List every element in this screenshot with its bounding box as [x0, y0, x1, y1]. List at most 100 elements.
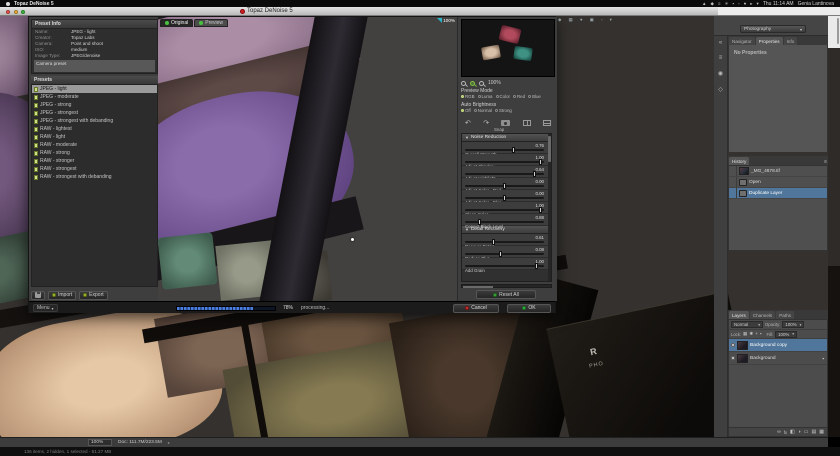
undo-icon[interactable]: ↶	[465, 119, 471, 128]
preset-item[interactable]: RAW - strong	[32, 149, 157, 157]
layer-mask-icon[interactable]: ◧	[790, 429, 795, 435]
auto-brightness-option[interactable]: Off	[461, 108, 471, 113]
collapsed-panel-icon[interactable]: ≡	[719, 55, 723, 61]
slider-track[interactable]	[465, 149, 544, 151]
slider-handle[interactable]	[539, 207, 542, 213]
zoom-tool-icon[interactable]: ●	[580, 17, 583, 23]
slider-handle[interactable]	[499, 251, 502, 257]
background-scrollbar[interactable]	[837, 18, 839, 44]
sliders-horizontal-scrollbar[interactable]	[461, 284, 552, 288]
preset-item[interactable]: JPEG - strongest	[32, 109, 157, 117]
save-preset-button[interactable]	[31, 291, 45, 300]
history-item[interactable]: Duplicate Layer	[729, 188, 827, 199]
slider-handle[interactable]	[535, 263, 538, 269]
preview-mode-option[interactable]: Blue	[528, 94, 541, 99]
slider-track[interactable]	[465, 265, 544, 267]
slider[interactable]: Adjust Shadow 1.00	[462, 154, 551, 166]
tab-history[interactable]: History	[729, 157, 749, 165]
split-view-horizontal-icon[interactable]	[543, 120, 551, 126]
preset-item[interactable]: RAW - light	[32, 133, 157, 141]
new-layer-icon[interactable]: ▤	[812, 429, 817, 435]
delete-layer-icon[interactable]: ▦	[819, 429, 824, 435]
apple-menu-icon[interactable]	[6, 2, 10, 6]
visibility-eye-icon[interactable]	[731, 343, 735, 347]
menubar-status-icon[interactable]: ▸	[750, 0, 752, 7]
zoom-in-icon[interactable]	[479, 81, 484, 86]
slider-handle[interactable]	[503, 183, 506, 189]
auto-brightness-option[interactable]: Normal	[474, 108, 492, 113]
zoom-fit-icon[interactable]	[470, 81, 475, 86]
cancel-button[interactable]: Cancel	[453, 304, 499, 313]
preset-item[interactable]: JPEG - light	[32, 85, 157, 93]
screen-mode-icon[interactable]: ▫	[601, 17, 603, 23]
panel-tab[interactable]: Navigator	[729, 37, 755, 45]
workspace-switcher-button[interactable]: Photography ▾	[740, 25, 806, 33]
fill-select[interactable]: 100% ▾	[775, 331, 797, 338]
slider-track[interactable]	[465, 185, 544, 187]
slider-track[interactable]	[465, 161, 544, 163]
reset-all-button[interactable]: Reset All	[476, 290, 536, 299]
history-brush-well[interactable]	[729, 177, 737, 187]
blend-mode-select[interactable]: Normal ▾	[731, 321, 763, 328]
adjustment-layer-icon[interactable]: ◑	[798, 429, 801, 435]
slider-handle[interactable]	[512, 147, 515, 153]
preset-item[interactable]: RAW - strongest	[32, 165, 157, 173]
slider[interactable]: Recover Detail 0.61	[462, 234, 551, 246]
redo-icon[interactable]: ↷	[483, 119, 489, 128]
slider[interactable]: Adjust Color - Blue 0.00	[462, 190, 551, 202]
menubar-app-name[interactable]: Topaz DeNoise 5	[14, 1, 54, 7]
arrange-documents-icon[interactable]: ▣	[590, 17, 594, 23]
slider-track[interactable]	[465, 209, 544, 211]
layer-row[interactable]: Background copy ▪	[729, 339, 827, 352]
image-preview-area[interactable]: Original Preview 100%	[158, 17, 457, 301]
slider-track[interactable]	[465, 173, 544, 175]
view-extras-icon[interactable]: ▦	[569, 17, 573, 23]
history-brush-well[interactable]	[729, 166, 737, 176]
slider-handle[interactable]	[492, 239, 495, 245]
menubar-status-icon[interactable]: ≡	[718, 0, 721, 7]
menubar-status-icon[interactable]: ●	[744, 0, 747, 7]
slider-track[interactable]	[465, 221, 544, 223]
menu-button[interactable]: Menu ▾	[33, 304, 58, 312]
preset-item[interactable]: RAW - strongest with debanding	[32, 173, 157, 181]
layer-style-fx-icon[interactable]: fx	[784, 430, 787, 435]
zoom-out-icon[interactable]	[461, 81, 466, 86]
preset-item[interactable]: RAW - lightest	[32, 125, 157, 133]
navigator-thumbnail[interactable]	[461, 19, 555, 77]
history-item[interactable]: Open	[729, 177, 827, 188]
preview-mode-option[interactable]: Luma	[478, 94, 493, 99]
layers-panel-tab[interactable]: Layers	[729, 311, 749, 319]
sliders-vertical-scrollbar[interactable]	[548, 134, 552, 281]
panel-menu-icon[interactable]: ≡	[824, 159, 827, 165]
history-item[interactable]: _MG_4678.tif	[729, 166, 827, 177]
slider[interactable]: Adjust Color - Red 0.00	[462, 178, 551, 190]
preview-tab[interactable]: Original	[160, 19, 193, 27]
menubar-status-icon[interactable]: ▫	[738, 0, 740, 7]
menubar-status-icon[interactable]: ▲	[702, 0, 706, 7]
collapse-panels-icon[interactable]: «	[719, 40, 722, 46]
close-window-icon[interactable]	[6, 10, 10, 14]
layer-thumbnail[interactable]	[737, 354, 748, 363]
slider[interactable]: Clean Color 1.00	[462, 202, 551, 214]
layer-row[interactable]: Background ▪	[729, 352, 827, 365]
preset-item[interactable]: JPEG - moderate	[32, 93, 157, 101]
preview-tab[interactable]: Preview	[194, 19, 228, 27]
slider[interactable]: Add Grain 1.00	[462, 258, 551, 270]
lock-all-icon[interactable]: ▪	[760, 331, 762, 337]
collapsed-panel-icon[interactable]: ◇	[718, 86, 723, 93]
layers-panel-tab[interactable]: Paths	[776, 311, 794, 319]
menubar-status-icon[interactable]: ✳	[725, 0, 729, 7]
panel-tab[interactable]: Info	[784, 37, 798, 45]
preset-item[interactable]: JPEG - strongest with debanding	[32, 117, 157, 125]
menubar-status-icon[interactable]: ▾	[757, 0, 759, 7]
menubar-status-icon[interactable]: ▪	[732, 0, 734, 7]
layer-group-icon[interactable]: ▭	[804, 429, 809, 435]
scrollbar-thumb[interactable]	[548, 136, 551, 162]
slider[interactable]: Adjust Highlight 0.64	[462, 166, 551, 178]
slider-track[interactable]	[465, 253, 544, 255]
import-preset-button[interactable]: Import	[48, 291, 76, 300]
preview-mode-option[interactable]: RGB	[461, 94, 475, 99]
slider[interactable]: Correct Black Level 0.88	[462, 214, 551, 226]
lock-position-icon[interactable]: +	[755, 331, 758, 337]
menubar-status-icon[interactable]: ◆	[710, 0, 713, 7]
